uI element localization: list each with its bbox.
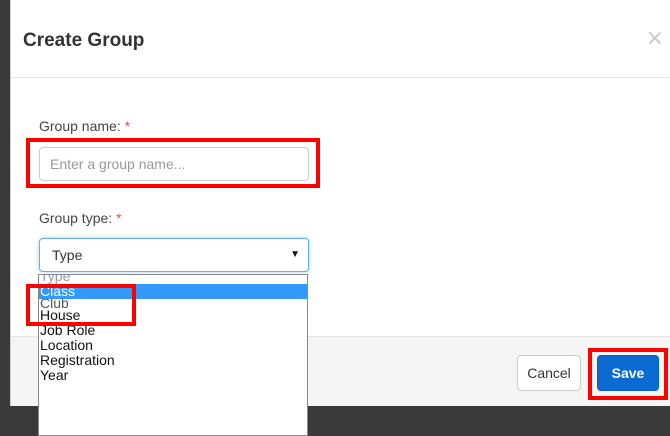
dropdown-option-year[interactable]: Year <box>39 368 307 383</box>
group-name-label: Group name: * <box>39 118 130 134</box>
save-button[interactable]: Save <box>597 355 659 391</box>
group-name-input[interactable] <box>39 147 309 181</box>
modal-title: Create Group <box>23 30 145 51</box>
modal-header: Create Group × <box>11 0 670 78</box>
dropdown-option-job-role[interactable]: Job Role <box>39 323 307 338</box>
dropdown-option-class[interactable]: Class <box>39 284 307 299</box>
close-icon[interactable]: × <box>646 26 664 51</box>
group-name-label-text: Group name: <box>39 118 121 134</box>
group-type-dropdown-list[interactable]: Type Class Club House Job Role Location … <box>38 274 308 436</box>
dropdown-option-location[interactable]: Location <box>39 338 307 353</box>
required-marker: * <box>124 118 131 134</box>
required-marker: * <box>116 210 122 226</box>
group-type-select[interactable]: Type ▼ <box>39 238 309 272</box>
cancel-button[interactable]: Cancel <box>517 355 581 391</box>
group-type-selected-value: Type <box>52 247 83 263</box>
dropdown-option-registration[interactable]: Registration <box>39 353 307 368</box>
caret-down-icon: ▼ <box>290 249 300 260</box>
group-type-label-text: Group type: <box>39 210 113 226</box>
group-type-label: Group type: * <box>39 210 122 226</box>
dropdown-option-house[interactable]: House <box>39 308 307 323</box>
dropdown-option-type[interactable]: Type <box>39 275 307 284</box>
